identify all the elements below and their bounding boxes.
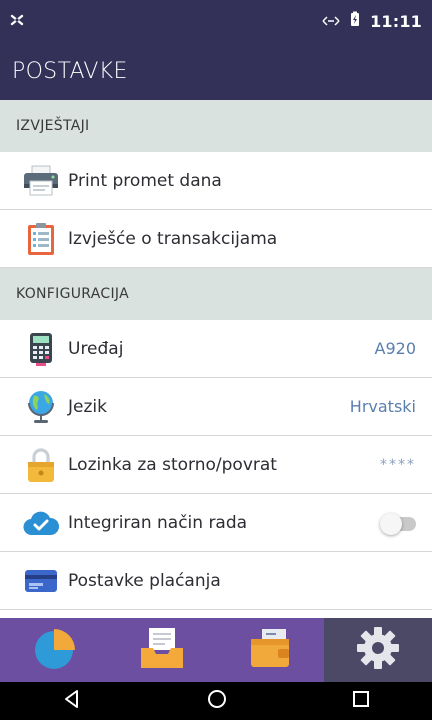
calculator-terminal-icon: [22, 330, 60, 368]
print-daily-turnover-label: Print promet dana: [68, 170, 222, 191]
nav-settings-tab[interactable]: [324, 618, 432, 682]
cloud-check-icon: [22, 504, 60, 542]
nav-wallet-tab[interactable]: [216, 618, 324, 682]
refund-password-value: ****: [380, 456, 416, 473]
integrated-mode-item[interactable]: Integriran način rada: [0, 494, 432, 552]
status-bar: 11:11: [0, 0, 432, 42]
language-label: Jezik: [68, 396, 107, 417]
globe-icon: [22, 388, 60, 426]
payment-settings-label: Postavke plaćanja: [68, 570, 221, 591]
payment-settings-item[interactable]: Postavke plaćanja: [0, 552, 432, 610]
print-daily-turnover-item[interactable]: Print promet dana: [0, 152, 432, 210]
padlock-icon: [22, 446, 60, 484]
settings-list[interactable]: IZVJEŠTAJI Print promet dana Izvješće o …: [0, 100, 432, 618]
pie-chart-icon: [30, 624, 78, 676]
section-header-reports: IZVJEŠTAJI: [0, 100, 432, 152]
printer-icon: [22, 162, 60, 200]
integrated-mode-toggle[interactable]: [380, 512, 416, 535]
wallet-icon: [248, 627, 292, 673]
device-label: Uređaj: [68, 338, 124, 359]
transactions-report-item[interactable]: Izvješće o transakcijama: [0, 210, 432, 268]
recents-icon[interactable]: [352, 690, 370, 712]
system-navigation-bar: [0, 682, 432, 720]
device-value: A920: [374, 339, 416, 358]
page-title: POSTAVKE: [12, 58, 128, 84]
section-header-configuration: KONFIGURACIJA: [0, 268, 432, 320]
refund-password-label: Lozinka za storno/povrat: [68, 454, 277, 475]
refund-password-item[interactable]: Lozinka za storno/povrat ****: [0, 436, 432, 494]
device-item[interactable]: Uređaj A920: [0, 320, 432, 378]
back-icon[interactable]: [62, 689, 82, 713]
app-header: POSTAVKE: [0, 42, 432, 100]
nav-transactions-tab[interactable]: [108, 618, 216, 682]
status-time: 11:11: [370, 11, 422, 31]
bottom-navigation: [0, 618, 432, 682]
transactions-report-label: Izvješće o transakcijama: [68, 228, 278, 249]
clipboard-report-icon: [22, 220, 60, 258]
home-icon[interactable]: [207, 689, 227, 713]
language-item[interactable]: Jezik Hrvatski: [0, 378, 432, 436]
credit-card-icon: [22, 562, 60, 600]
inbox-tray-icon: [139, 626, 185, 674]
battery-charging-icon: [350, 11, 360, 31]
toggle-knob: [380, 512, 402, 535]
nav-reports-tab[interactable]: [0, 618, 108, 682]
notification-icon: [10, 12, 24, 31]
language-value: Hrvatski: [349, 397, 416, 416]
integrated-mode-label: Integriran način rada: [68, 512, 248, 533]
data-transfer-icon: [322, 12, 340, 31]
settings-gear-icon: [355, 625, 401, 675]
